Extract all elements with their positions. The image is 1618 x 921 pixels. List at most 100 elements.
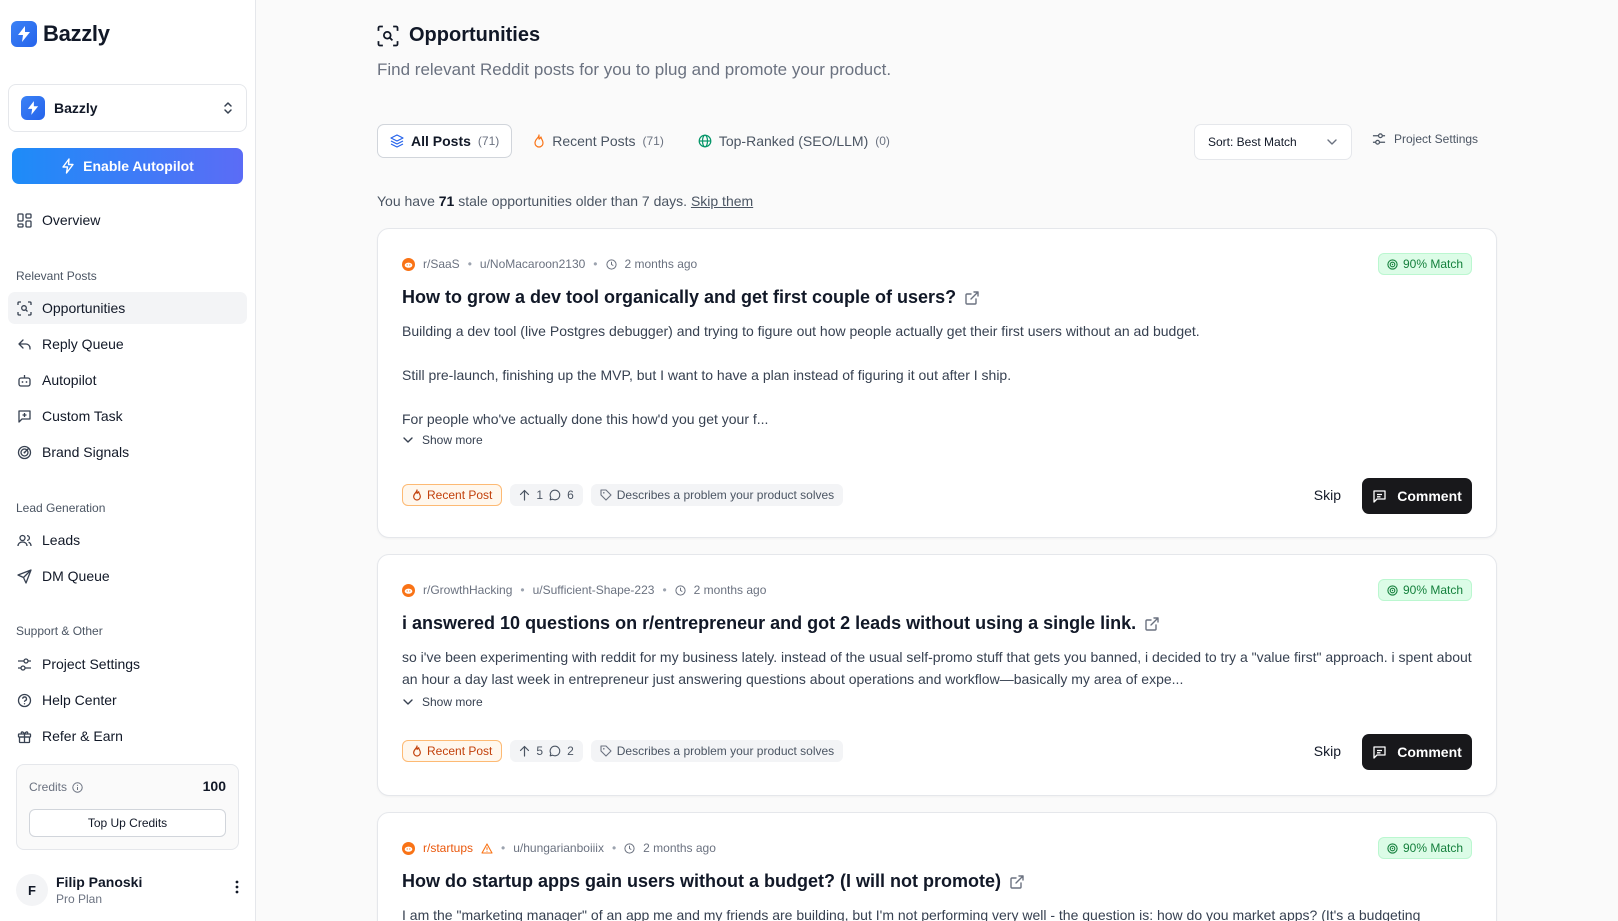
post-body: Building a dev tool (live Postgres debug… bbox=[402, 320, 1472, 430]
flame-icon bbox=[533, 134, 545, 148]
relevance-tag: Describes a problem your product solves bbox=[590, 484, 844, 506]
workspace-switcher[interactable]: Bazzly bbox=[8, 84, 247, 132]
comment-button[interactable]: Comment bbox=[1362, 734, 1472, 770]
page-title-text: Opportunities bbox=[409, 24, 541, 46]
sidebar-item-custom-task[interactable]: Custom Task bbox=[8, 400, 247, 432]
enable-autopilot-button[interactable]: Enable Autopilot bbox=[12, 148, 243, 184]
credits-value: 100 bbox=[202, 778, 226, 794]
tab-top-ranked[interactable]: Top-Ranked (SEO/LLM) (0) bbox=[685, 124, 903, 158]
post-title[interactable]: i answered 10 questions on r/entrepreneu… bbox=[402, 613, 1160, 634]
clock-icon bbox=[624, 842, 635, 854]
badge-label: Recent Post bbox=[427, 744, 493, 758]
warning-icon bbox=[481, 842, 493, 854]
comment-button[interactable]: Comment bbox=[1362, 478, 1472, 514]
sidebar-item-dm-queue[interactable]: DM Queue bbox=[8, 560, 247, 592]
flame-icon bbox=[412, 745, 422, 757]
tab-count: (71) bbox=[477, 134, 500, 148]
tab-recent-posts[interactable]: Recent Posts (71) bbox=[520, 124, 677, 158]
enable-autopilot-label: Enable Autopilot bbox=[83, 158, 194, 174]
show-more-toggle[interactable]: Show more bbox=[402, 695, 483, 709]
sidebar-item-leads[interactable]: Leads bbox=[8, 524, 247, 556]
post-card: r/GrowthHacking • u/Sufficient-Shape-223… bbox=[377, 554, 1497, 796]
match-label: 90% Match bbox=[1402, 257, 1463, 271]
sidebar-item-autopilot[interactable]: Autopilot bbox=[8, 364, 247, 396]
target-icon bbox=[1387, 842, 1398, 854]
sidebar-item-project-settings[interactable]: Project Settings bbox=[8, 648, 247, 680]
info-icon[interactable] bbox=[72, 781, 83, 793]
sort-label: Sort: Best Match bbox=[1208, 135, 1297, 149]
show-more-label: Show more bbox=[422, 433, 483, 447]
upvote-count: 5 bbox=[536, 744, 544, 758]
clock-icon bbox=[675, 584, 686, 596]
subreddit[interactable]: r/SaaS bbox=[423, 257, 460, 271]
page-title: Opportunities bbox=[377, 24, 540, 47]
sidebar-item-help-center[interactable]: Help Center bbox=[8, 684, 247, 716]
sort-select[interactable]: Sort: Best Match bbox=[1194, 124, 1352, 160]
subreddit[interactable]: r/startups bbox=[423, 841, 473, 855]
post-author[interactable]: u/NoMacaroon2130 bbox=[480, 257, 585, 271]
comment-label: Comment bbox=[1397, 744, 1462, 760]
match-badge: 90% Match bbox=[1377, 253, 1472, 275]
project-settings-label: Project Settings bbox=[1394, 132, 1479, 146]
show-more-label: Show more bbox=[422, 695, 483, 709]
skip-them-link[interactable]: Skip them bbox=[691, 193, 753, 209]
comment-label: Comment bbox=[1397, 488, 1462, 504]
sidebar-item-refer-earn[interactable]: Refer & Earn bbox=[8, 720, 247, 752]
post-meta: r/GrowthHacking • u/Sufficient-Shape-223… bbox=[402, 583, 766, 597]
relevance-tag: Describes a problem your product solves bbox=[590, 740, 844, 762]
reddit-icon bbox=[402, 583, 415, 597]
post-stats: 1 6 bbox=[510, 484, 583, 506]
show-more-toggle[interactable]: Show more bbox=[402, 433, 483, 447]
external-link-icon[interactable] bbox=[964, 290, 980, 306]
post-title[interactable]: How do startup apps gain users without a… bbox=[402, 871, 1025, 892]
external-link-icon[interactable] bbox=[1144, 616, 1160, 632]
workspace-name: Bazzly bbox=[54, 100, 98, 116]
stale-notice: You have 71 stale opportunities older th… bbox=[377, 193, 753, 209]
post-paragraph: Still pre-launch, finishing up the MVP, … bbox=[402, 367, 1012, 383]
post-card: r/startups • u/hungarianboiiix • 2 month… bbox=[377, 812, 1497, 921]
subreddit[interactable]: r/GrowthHacking bbox=[423, 583, 512, 597]
post-time: 2 months ago bbox=[693, 583, 767, 597]
avatar: F bbox=[16, 874, 48, 906]
post-author[interactable]: u/hungarianboiiix bbox=[513, 841, 604, 855]
sidebar-item-reply-queue[interactable]: Reply Queue bbox=[8, 328, 247, 360]
match-badge: 90% Match bbox=[1377, 837, 1472, 859]
chevron-down-icon bbox=[402, 436, 414, 444]
reddit-icon bbox=[402, 257, 415, 271]
top-up-credits-button[interactable]: Top Up Credits bbox=[29, 809, 226, 837]
user-profile[interactable]: F Filip Panoski Pro Plan bbox=[16, 870, 247, 910]
post-time: 2 months ago bbox=[643, 841, 716, 855]
help-circle-icon bbox=[16, 692, 32, 708]
target-icon bbox=[1387, 584, 1398, 596]
app-name: Bazzly bbox=[43, 21, 110, 46]
comment-count: 2 bbox=[567, 744, 574, 758]
skip-button[interactable]: Skip bbox=[1314, 743, 1341, 759]
app-logo[interactable]: Bazzly bbox=[11, 21, 110, 47]
layers-icon bbox=[390, 134, 404, 148]
post-meta: r/startups • u/hungarianboiiix • 2 month… bbox=[402, 841, 716, 855]
external-link-icon[interactable] bbox=[1009, 874, 1025, 890]
page-subtitle: Find relevant Reddit posts for you to pl… bbox=[377, 60, 892, 79]
globe-icon bbox=[698, 134, 712, 148]
radar-icon bbox=[16, 444, 32, 460]
meta-separator: • bbox=[593, 257, 598, 271]
tab-all-posts[interactable]: All Posts (71) bbox=[377, 124, 513, 158]
settings-sliders-icon bbox=[16, 656, 32, 672]
project-settings-link[interactable]: Project Settings bbox=[1372, 132, 1478, 146]
user-name: Filip Panoski bbox=[56, 874, 143, 890]
skip-button[interactable]: Skip bbox=[1314, 487, 1341, 503]
post-meta: r/SaaS • u/NoMacaroon2130 • 2 months ago bbox=[402, 257, 697, 271]
sidebar-item-brand-signals[interactable]: Brand Signals bbox=[8, 436, 247, 468]
post-title[interactable]: How to grow a dev tool organically and g… bbox=[402, 287, 980, 308]
meta-separator: • bbox=[611, 841, 617, 855]
post-tabs: All Posts (71) Recent Posts (71) Top-Ran… bbox=[377, 124, 903, 158]
more-vertical-icon[interactable] bbox=[235, 880, 239, 894]
tag-label: Describes a problem your product solves bbox=[616, 488, 835, 502]
sidebar-item-opportunities[interactable]: Opportunities bbox=[8, 292, 247, 324]
post-author[interactable]: u/Sufficient-Shape-223 bbox=[533, 583, 655, 597]
sidebar-item-overview[interactable]: Overview bbox=[8, 204, 247, 236]
upvote-count: 1 bbox=[536, 488, 544, 502]
credits-label: Credits bbox=[29, 780, 68, 794]
sidebar-item-label: Brand Signals bbox=[42, 444, 130, 460]
settings-sliders-icon bbox=[1372, 132, 1386, 146]
